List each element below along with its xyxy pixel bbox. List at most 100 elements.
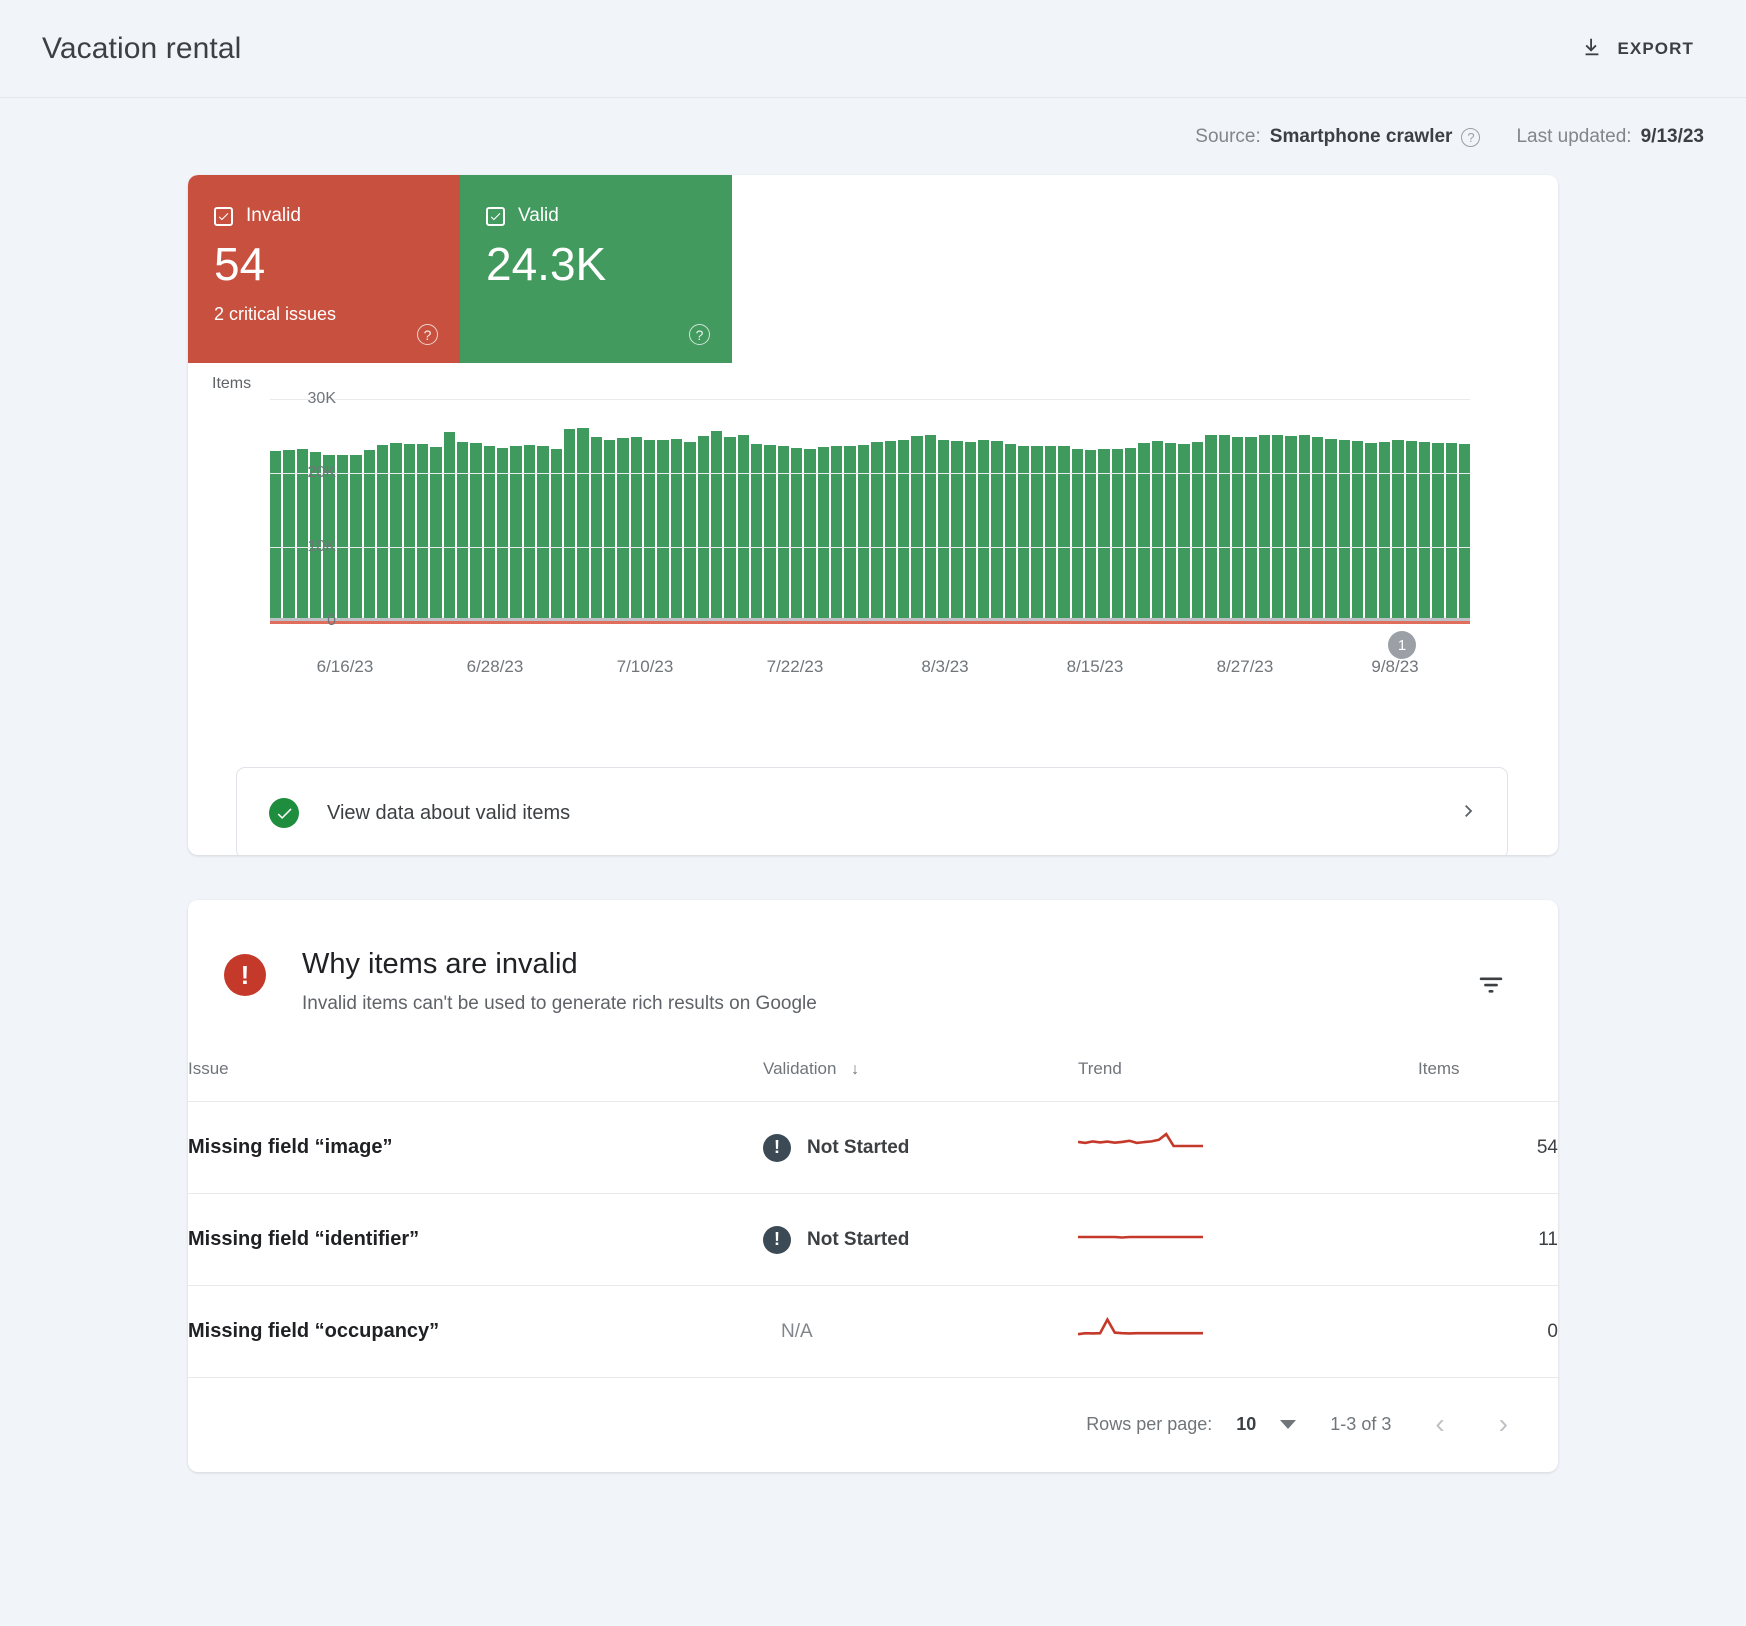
chart-bar[interactable] bbox=[444, 432, 455, 621]
column-header-trend[interactable]: Trend bbox=[1078, 1045, 1418, 1102]
chart-bar[interactable] bbox=[1219, 435, 1230, 621]
chart-bar[interactable] bbox=[417, 444, 428, 621]
chart-bar[interactable] bbox=[1432, 443, 1443, 621]
chart-annotation-marker[interactable]: 1 bbox=[1388, 631, 1416, 659]
chart-bar[interactable] bbox=[377, 445, 388, 621]
chart-bar[interactable] bbox=[1259, 435, 1270, 621]
chart-bar[interactable] bbox=[510, 446, 521, 621]
chart-bar[interactable] bbox=[1272, 435, 1283, 621]
chart-bar[interactable] bbox=[1365, 443, 1376, 621]
column-header-issue[interactable]: Issue bbox=[188, 1045, 763, 1102]
chart-bar[interactable] bbox=[564, 429, 575, 621]
chart-bar[interactable] bbox=[1446, 443, 1457, 621]
chart-bar[interactable] bbox=[965, 442, 976, 621]
chart-bar[interactable] bbox=[1392, 440, 1403, 621]
chart-bar[interactable] bbox=[617, 438, 628, 621]
chart-bar[interactable] bbox=[911, 436, 922, 621]
checkbox-invalid[interactable] bbox=[214, 207, 233, 226]
filter-button[interactable] bbox=[1466, 960, 1516, 1013]
chart-bar[interactable] bbox=[698, 436, 709, 621]
chart-bar[interactable] bbox=[885, 441, 896, 621]
chart-bar[interactable] bbox=[524, 445, 535, 621]
chart-bar[interactable] bbox=[1005, 444, 1016, 621]
help-icon[interactable]: ? bbox=[1461, 128, 1480, 147]
chart-bar[interactable] bbox=[1192, 442, 1203, 621]
chart-bar[interactable] bbox=[1459, 444, 1470, 621]
chart-bar[interactable] bbox=[1205, 435, 1216, 621]
chart-bar[interactable] bbox=[390, 443, 401, 621]
chart-bar[interactable] bbox=[1085, 450, 1096, 621]
chart-bar[interactable] bbox=[577, 428, 588, 621]
chart-bar[interactable] bbox=[657, 440, 668, 621]
rows-per-page-control[interactable]: Rows per page: 10 bbox=[1086, 1414, 1296, 1435]
chart-bar[interactable] bbox=[764, 445, 775, 621]
chart-bar[interactable] bbox=[1406, 441, 1417, 621]
chart-bar[interactable] bbox=[1112, 449, 1123, 621]
chart-bar[interactable] bbox=[711, 431, 722, 621]
table-row[interactable]: Missing field “image”!Not Started54 bbox=[188, 1102, 1558, 1194]
chart-bar[interactable] bbox=[1031, 446, 1042, 621]
checkbox-valid[interactable] bbox=[486, 207, 505, 226]
next-page-button[interactable]: › bbox=[1489, 1406, 1518, 1442]
chart-bar[interactable] bbox=[1285, 436, 1296, 621]
chart-bar[interactable] bbox=[1245, 437, 1256, 621]
chart-bar[interactable] bbox=[404, 444, 415, 621]
chart-bar[interactable] bbox=[951, 441, 962, 621]
chart-bar[interactable] bbox=[858, 445, 869, 621]
chart-bar[interactable] bbox=[337, 455, 348, 621]
chart-bar[interactable] bbox=[938, 440, 949, 621]
chart-bar[interactable] bbox=[631, 437, 642, 621]
cell-issue[interactable]: Missing field “occupancy” bbox=[188, 1286, 763, 1378]
tile-invalid[interactable]: Invalid 54 2 critical issues ? bbox=[188, 175, 460, 363]
tile-valid[interactable]: Valid 24.3K ? bbox=[460, 175, 732, 363]
cell-issue[interactable]: Missing field “image” bbox=[188, 1102, 763, 1194]
help-icon[interactable]: ? bbox=[417, 324, 438, 345]
previous-page-button[interactable]: ‹ bbox=[1425, 1406, 1454, 1442]
chart-bar[interactable] bbox=[1178, 444, 1189, 621]
chart-bar[interactable] bbox=[671, 439, 682, 621]
chart-bar[interactable] bbox=[1098, 449, 1109, 621]
chart-bar[interactable] bbox=[1165, 443, 1176, 621]
chart-bar[interactable] bbox=[1152, 441, 1163, 621]
chart-bar[interactable] bbox=[364, 450, 375, 621]
chart-bar[interactable] bbox=[871, 442, 882, 621]
chart-bar[interactable] bbox=[1352, 441, 1363, 621]
chart-bar[interactable] bbox=[644, 440, 655, 621]
chart-bar[interactable] bbox=[1339, 440, 1350, 621]
chart-bar[interactable] bbox=[778, 446, 789, 621]
column-header-validation[interactable]: Validation ↓ bbox=[763, 1045, 1078, 1102]
chart-bar[interactable] bbox=[751, 444, 762, 621]
chart-bar[interactable] bbox=[1232, 437, 1243, 621]
chart-bar[interactable] bbox=[1045, 446, 1056, 621]
chart-bar[interactable] bbox=[991, 441, 1002, 621]
chart-bar[interactable] bbox=[604, 440, 615, 621]
export-button[interactable]: EXPORT bbox=[1571, 28, 1704, 69]
table-row[interactable]: Missing field “occupancy”N/A0 bbox=[188, 1286, 1558, 1378]
chart-bar[interactable] bbox=[350, 455, 361, 621]
chevron-down-icon[interactable] bbox=[1280, 1420, 1296, 1429]
chart-bar[interactable] bbox=[925, 435, 936, 621]
chart-bar[interactable] bbox=[484, 446, 495, 621]
chart-bar[interactable] bbox=[1138, 443, 1149, 621]
view-valid-items-link[interactable]: View data about valid items bbox=[236, 767, 1508, 855]
table-row[interactable]: Missing field “identifier”!Not Started11 bbox=[188, 1194, 1558, 1286]
help-icon[interactable]: ? bbox=[689, 324, 710, 345]
cell-issue[interactable]: Missing field “identifier” bbox=[188, 1194, 763, 1286]
chart-bar[interactable] bbox=[537, 446, 548, 621]
chart-bar[interactable] bbox=[1072, 449, 1083, 621]
chart-bar[interactable] bbox=[804, 449, 815, 621]
chart-bar[interactable] bbox=[724, 437, 735, 621]
chart-bar[interactable] bbox=[1325, 439, 1336, 621]
chart-bar[interactable] bbox=[684, 442, 695, 621]
chart-bar[interactable] bbox=[738, 435, 749, 621]
chart-bar[interactable] bbox=[551, 449, 562, 621]
chart-bar[interactable] bbox=[978, 440, 989, 621]
chart-bar[interactable] bbox=[470, 443, 481, 621]
chart-bar[interactable] bbox=[1312, 437, 1323, 621]
chart-bar[interactable] bbox=[1299, 435, 1310, 621]
chart-bar[interactable] bbox=[1379, 442, 1390, 621]
chart-bar[interactable] bbox=[898, 440, 909, 621]
chart-bar[interactable] bbox=[1419, 442, 1430, 621]
chart-bar[interactable] bbox=[457, 442, 468, 621]
column-header-items[interactable]: Items bbox=[1418, 1045, 1558, 1102]
